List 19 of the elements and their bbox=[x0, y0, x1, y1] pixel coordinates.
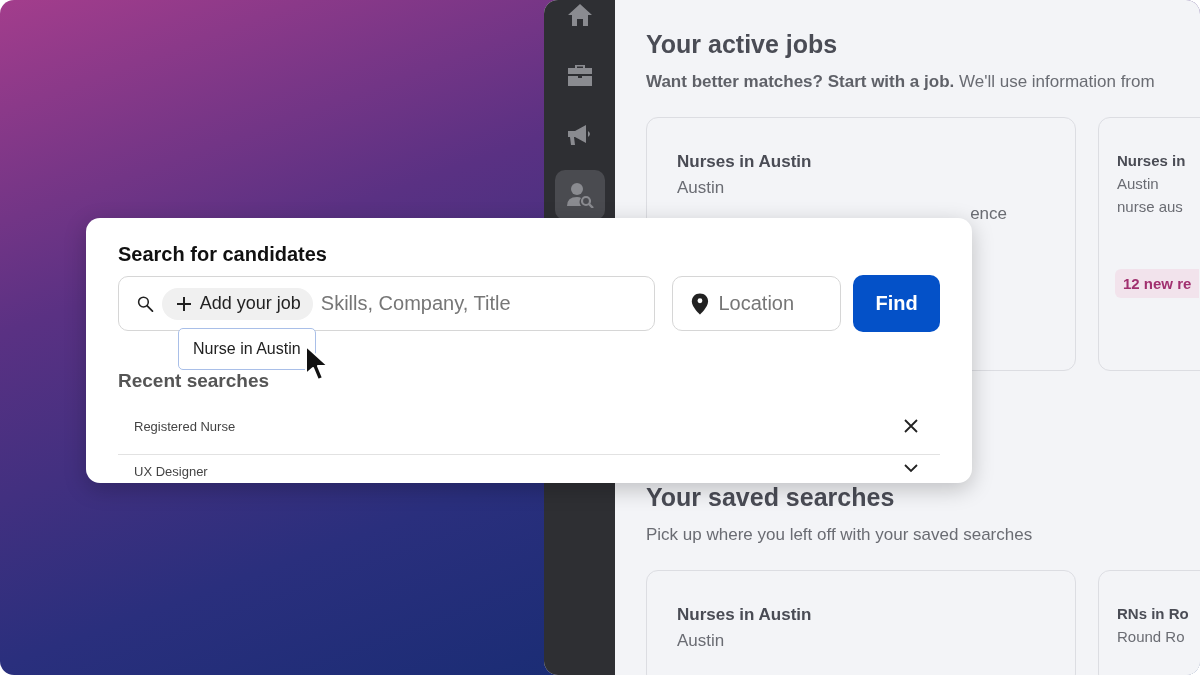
recent-search-label: Registered Nurse bbox=[134, 418, 236, 434]
new-results-badge: 12 new re bbox=[1115, 269, 1200, 298]
card-location: Austin bbox=[1117, 175, 1160, 192]
card-title: Nurses in Austin bbox=[677, 152, 813, 172]
card-location: Austin bbox=[677, 178, 726, 198]
section-subtitle: Want better matches? Start with a job. We'll use information from bbox=[646, 72, 1156, 92]
recent-searches-title: Recent searches bbox=[118, 370, 271, 392]
card-location: Austin bbox=[677, 631, 726, 651]
dialog-title: Search for candidates bbox=[118, 243, 328, 266]
card-title: Nurses in bbox=[1117, 152, 1187, 169]
section-title: Your saved searches bbox=[646, 483, 896, 512]
section-subtitle: Pick up where you left off with your saved searches bbox=[646, 525, 1034, 545]
card-location: Round Ro bbox=[1117, 628, 1186, 645]
section-title: Your active jobs bbox=[646, 30, 839, 59]
card-detail: nurse aus bbox=[1117, 198, 1184, 215]
recent-search-label: UX Designer bbox=[134, 464, 208, 479]
card-title: RNs in Ro bbox=[1117, 605, 1190, 622]
card-title: Nurses in Austin bbox=[677, 605, 813, 625]
card-detail: ence bbox=[969, 204, 1008, 224]
